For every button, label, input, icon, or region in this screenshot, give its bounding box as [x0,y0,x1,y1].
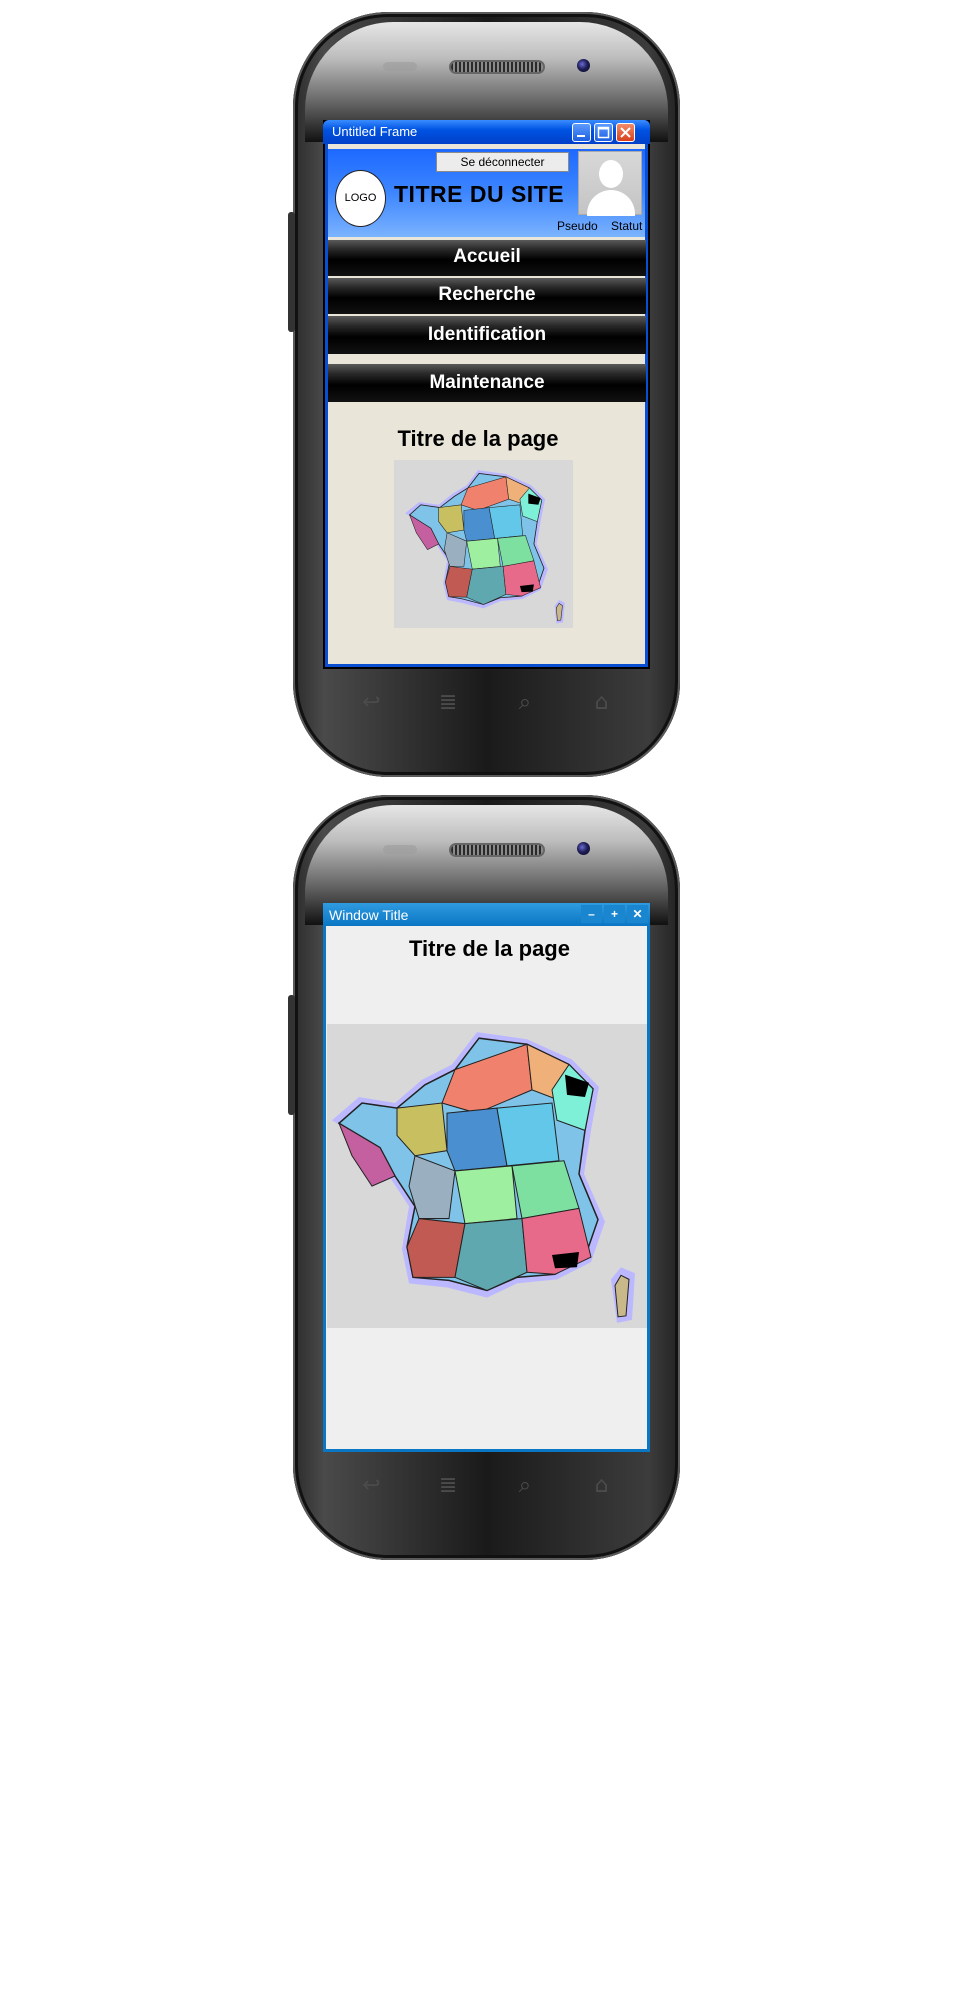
menu-icon[interactable]: ≣ [428,1473,468,1498]
window-titlebar[interactable]: Window Title – + ✕ [323,903,650,926]
menu-item-identification[interactable]: Identification [328,316,646,354]
menu-item-recherche[interactable]: Recherche [328,278,646,314]
minimize-button[interactable]: – [581,905,602,923]
home-icon[interactable]: ⌂ [582,1473,622,1498]
hardware-nav-bar: ↩ ≣ ⌕ ⌂ [333,1465,640,1505]
front-camera-icon [577,59,590,72]
minimize-button[interactable] [572,123,591,142]
volume-button [288,995,295,1115]
avatar[interactable] [578,151,642,216]
logout-button[interactable]: Se déconnecter [436,152,569,172]
pseudo-label: Pseudo [557,219,598,233]
maximize-button[interactable]: + [604,905,625,923]
minimize-icon [577,135,585,137]
earpiece-speaker [451,845,543,855]
phone-screen: Untitled Frame Se déconnecter LOGO TITRE… [323,120,650,669]
menu-icon[interactable]: ≣ [428,690,468,715]
earpiece-speaker [451,62,543,72]
window-body: Titre de la page [323,926,650,1452]
site-header: Se déconnecter LOGO TITRE DU SITE Pseudo… [328,149,645,237]
menu-item-accueil[interactable]: Accueil [328,240,646,276]
status-label: Statut [611,219,643,233]
close-button[interactable] [616,123,635,142]
maximize-icon [597,126,610,139]
front-camera-icon [577,842,590,855]
france-map-image [393,460,574,628]
search-icon[interactable]: ⌕ [505,690,545,715]
untitled-frame-window: Untitled Frame Se déconnecter LOGO TITRE… [323,120,650,669]
window-title: Window Title [329,907,409,923]
volume-button [288,212,295,332]
proximity-sensor [383,845,417,854]
phone-mockup-1: Untitled Frame Se déconnecter LOGO TITRE… [288,12,680,777]
proximity-sensor [383,62,417,71]
back-icon[interactable]: ↩ [351,690,391,715]
page-content: Titre de la page [328,414,645,664]
close-icon [620,127,631,138]
avatar-head-icon [599,160,623,188]
hardware-nav-bar: ↩ ≣ ⌕ ⌂ [333,682,640,722]
page-title: Titre de la page [397,426,559,451]
menu-item-maintenance[interactable]: Maintenance [328,364,646,402]
site-logo: LOGO [335,170,386,227]
close-button[interactable]: ✕ [627,905,648,923]
page-title: Titre de la page [409,936,570,961]
search-icon[interactable]: ⌕ [505,1473,545,1498]
phone-mockup-2: Window Title – + ✕ Titre de la page ↩ ≣ … [288,795,680,1560]
maximize-button[interactable] [594,123,613,142]
window-title-frame: Window Title – + ✕ Titre de la page [323,903,650,1452]
window-titlebar[interactable]: Untitled Frame [323,120,650,144]
window-body: Se déconnecter LOGO TITRE DU SITE Pseudo… [325,144,648,667]
phone-screen: Window Title – + ✕ Titre de la page [323,903,650,1452]
back-icon[interactable]: ↩ [351,1473,391,1498]
avatar-body-icon [587,190,635,216]
france-map-image [327,1024,647,1328]
home-icon[interactable]: ⌂ [582,690,622,715]
site-title: TITRE DU SITE [394,181,565,207]
window-title: Untitled Frame [332,124,418,139]
